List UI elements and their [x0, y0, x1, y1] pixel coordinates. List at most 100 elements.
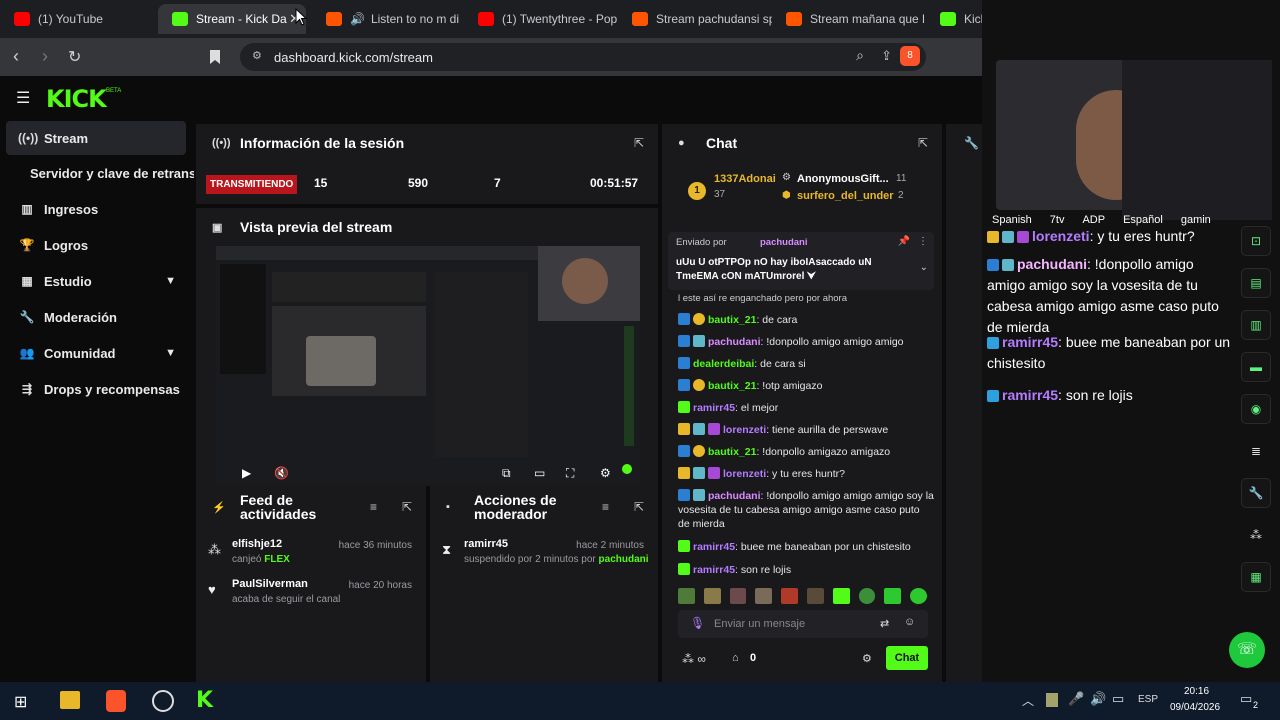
volume-icon[interactable]: 🔊 — [1090, 691, 1106, 707]
microphone-icon[interactable]: 🎙 — [690, 616, 705, 630]
chat-user[interactable]: bautix_21 — [708, 380, 756, 392]
emote-icon[interactable] — [755, 588, 773, 604]
network-icon[interactable]: ▭ — [1112, 691, 1124, 707]
chevron-down-icon[interactable]: ⌄ — [920, 262, 928, 273]
file-explorer-icon[interactable] — [60, 691, 80, 709]
support-chat-icon[interactable]: ☏ — [1229, 632, 1265, 668]
back-icon[interactable]: ‹ — [13, 46, 19, 67]
mute-icon[interactable]: 🔇 — [274, 466, 289, 480]
notes-icon[interactable]: ▤ — [1241, 268, 1271, 298]
fullscreen-icon[interactable]: ⛶ — [566, 466, 574, 481]
emote-icon[interactable] — [832, 588, 850, 604]
popout-icon[interactable]: ⇱ — [402, 500, 412, 514]
chat-user[interactable]: ramirr45 — [693, 564, 735, 576]
emote-icon[interactable] — [678, 588, 695, 604]
theater-icon[interactable]: ▭ — [534, 466, 545, 480]
menu-icon[interactable]: ☰ — [16, 88, 30, 108]
pin-icon[interactable]: 📌 — [898, 236, 910, 247]
chevron-up-icon[interactable]: ︿ — [1022, 692, 1034, 709]
filter-icon[interactable]: ≡ — [602, 500, 609, 514]
tab-kick[interactable]: Kick — [926, 4, 982, 34]
tab-soundcloud-3[interactable]: Stream mañana que l — [772, 4, 926, 34]
chat-user[interactable]: lorenzeti — [723, 468, 766, 480]
emoji-icon[interactable]: ☺ — [904, 616, 915, 628]
sidebar-item-logros[interactable]: 🏆 Logros — [6, 228, 186, 262]
filter-icon[interactable]: ≡ — [370, 500, 377, 514]
chat-input[interactable]: 🎙 Enviar un mensaje ⇄ ☺ — [678, 610, 928, 638]
community-icon[interactable]: ⁂ — [1241, 520, 1271, 550]
chat-user[interactable]: pachudani — [708, 336, 761, 348]
pinned-message[interactable]: Enviado por pachudani 📌 ⋮ uUu U otPTPOp … — [668, 232, 934, 290]
broadcast-icon[interactable]: ◉ — [1241, 394, 1271, 424]
obs-icon[interactable] — [152, 690, 174, 712]
emote-icon[interactable] — [703, 588, 721, 604]
chat-user[interactable]: pachudani — [708, 490, 761, 502]
chat-user[interactable]: ramirr45 — [693, 402, 735, 414]
zoom-icon[interactable]: ⌕ — [856, 47, 864, 64]
chevron-down-icon: ▼ — [165, 275, 176, 287]
emote-icon[interactable] — [806, 588, 824, 604]
popout-icon[interactable]: ⇱ — [634, 136, 644, 150]
send-chat-button[interactable]: Chat — [886, 646, 928, 670]
chat-user[interactable]: ramirr45 — [693, 541, 735, 553]
site-settings-icon[interactable]: ⚙ — [252, 49, 262, 62]
notifications-icon[interactable]: ▭ — [1240, 691, 1252, 707]
server-icon[interactable]: ≣ — [1241, 436, 1271, 466]
clock-time[interactable]: 20:16 — [1184, 686, 1209, 697]
community-icon[interactable]: ⁂ ∞ — [682, 652, 706, 666]
chat-user[interactable]: lorenzeti — [723, 424, 766, 436]
wrench-icon[interactable]: 🔧 — [1241, 478, 1271, 508]
clapperboard-icon[interactable]: ▦ — [1241, 562, 1271, 592]
sidebar-item-moderacion[interactable]: 🔧 Moderación — [6, 300, 186, 334]
tab-label: (1) YouTube — [38, 12, 103, 26]
share-icon[interactable]: ⇪ — [881, 48, 892, 64]
tab-youtube[interactable]: (1) YouTube — [0, 4, 158, 34]
stream-preview-video[interactable]: ▶ 🔇 ⧉ ▭ ⛶ ⚙ — [216, 246, 640, 484]
reload-icon[interactable]: ↻ — [68, 47, 81, 67]
wrench-icon[interactable]: 🔧 — [964, 136, 979, 150]
translate-icon[interactable]: ⇄ — [880, 617, 889, 630]
kick-logo[interactable]: KICK — [46, 85, 107, 113]
sidebar-item-estudio[interactable]: ▦ Estudio ▼ — [6, 264, 186, 298]
chat-settings-icon[interactable]: ⚙ — [862, 652, 872, 665]
microphone-icon[interactable]: 🎤 — [1068, 691, 1084, 707]
sidebar-item-drops[interactable]: ⇶ Drops y recompensas — [6, 372, 186, 406]
document-icon[interactable]: ▥ — [1241, 310, 1271, 340]
tab-twentythree[interactable]: (1) Twentythree - Pop — [464, 4, 618, 34]
chat-user[interactable]: dealerdeibai — [693, 358, 754, 370]
sidebar-item-comunidad[interactable]: 👥 Comunidad ▼ — [6, 336, 186, 370]
forward-icon[interactable]: › — [42, 46, 48, 67]
windows-start-icon[interactable]: ⊞ — [14, 692, 27, 712]
chat-user[interactable]: bautix_21 — [708, 446, 756, 458]
sidebar-item-ingresos[interactable]: ▥ Ingresos — [6, 192, 186, 226]
chat-user[interactable]: bautix_21 — [708, 314, 756, 326]
settings-gear-icon[interactable]: ⚙ — [600, 466, 611, 480]
address-bar[interactable]: ⚙ dashboard.kick.com/stream ⌕ ⇪ 8 — [240, 43, 926, 71]
sidebar-item-stream[interactable]: ((•)) Stream — [6, 121, 186, 155]
more-options-icon[interactable]: ⋮ — [918, 236, 928, 247]
sidebar-item-server-key[interactable]: Servidor y clave de retransm — [18, 156, 194, 190]
bookmark-icon[interactable] — [209, 49, 221, 65]
screenshot-icon[interactable]: ⊡ — [1241, 226, 1271, 256]
emote-icon[interactable] — [781, 588, 798, 604]
chat-message: ramirr45: el mejor — [678, 401, 934, 415]
brave-browser-icon[interactable] — [106, 690, 126, 712]
tab-kick-dashboard[interactable]: Stream - Kick Da ✕ — [158, 4, 306, 34]
clock-date[interactable]: 09/04/2026 — [1170, 702, 1220, 713]
popout-icon[interactable]: ⇱ — [918, 136, 928, 150]
sidebar-item-label: Stream — [44, 130, 89, 146]
tab-soundcloud-2[interactable]: Stream pachudansi sp — [618, 4, 772, 34]
tray-app-icon[interactable] — [1046, 693, 1058, 707]
tab-soundcloud-1[interactable]: 🔊 Listen to no m di — [312, 4, 464, 34]
play-icon[interactable]: ▶ — [242, 466, 251, 480]
language-indicator[interactable]: ESP — [1138, 694, 1158, 705]
popout-icon[interactable]: ⇱ — [634, 500, 644, 514]
brave-shields-icon[interactable]: 8 — [900, 46, 920, 66]
emote-icon[interactable] — [884, 588, 902, 604]
pip-icon[interactable]: ⧉ — [502, 466, 511, 481]
emote-icon[interactable] — [729, 588, 747, 604]
emote-icon[interactable] — [858, 588, 876, 604]
chat-bubble-icon[interactable]: ▬ — [1241, 352, 1271, 382]
emote-icon[interactable] — [910, 588, 927, 604]
kick-app-icon[interactable]: K — [196, 688, 213, 713]
